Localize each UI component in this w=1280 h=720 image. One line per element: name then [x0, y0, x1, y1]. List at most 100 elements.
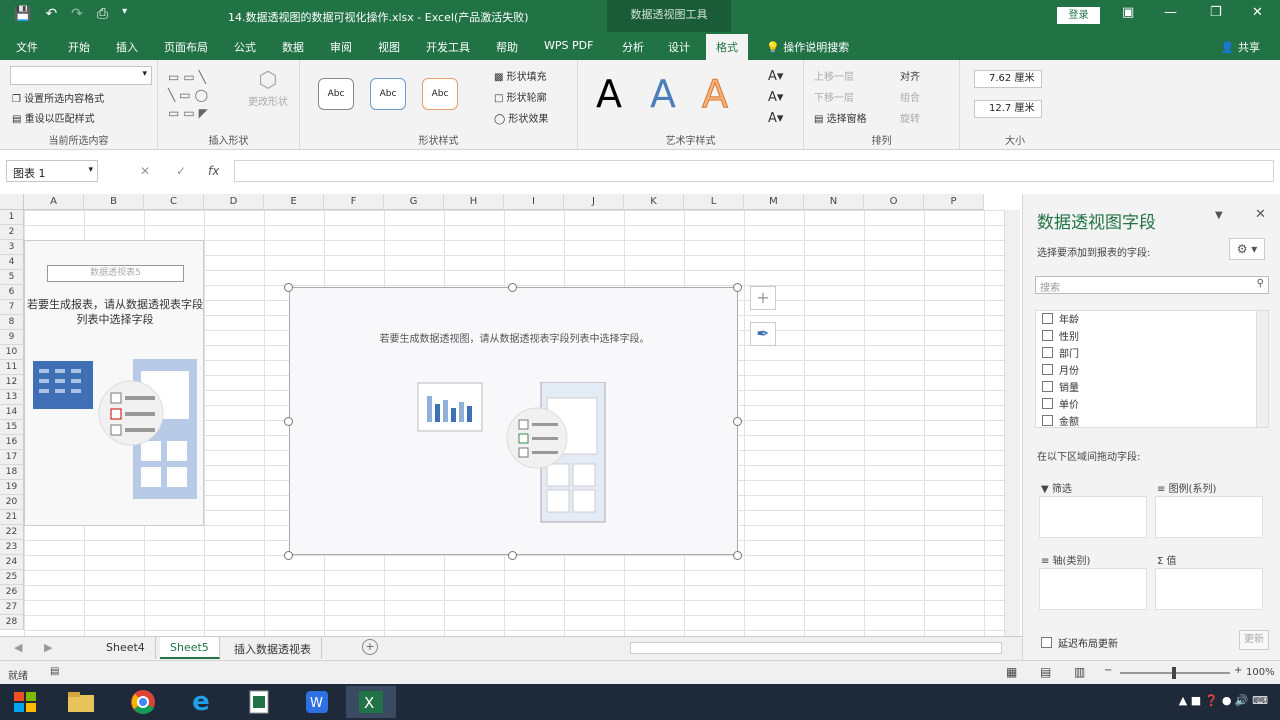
- minimize-icon[interactable]: —: [1164, 5, 1177, 20]
- sheet-nav-prev-icon[interactable]: ◀: [14, 641, 22, 654]
- field-checkbox[interactable]: [1042, 398, 1053, 409]
- format-selection-button[interactable]: ❐ 设置所选内容格式: [12, 90, 104, 105]
- tab-data[interactable]: 数据: [282, 39, 304, 55]
- file-explorer-taskbar[interactable]: [56, 686, 106, 718]
- column-header-i[interactable]: I: [504, 194, 564, 210]
- row-header-28[interactable]: 28: [0, 615, 24, 630]
- send-backward-button[interactable]: 下移一层: [814, 89, 854, 104]
- legend-drop-area[interactable]: [1155, 496, 1263, 538]
- filter-drop-area[interactable]: [1039, 496, 1147, 538]
- excel-taskbar[interactable]: X: [346, 686, 396, 718]
- column-header-n[interactable]: N: [804, 194, 864, 210]
- shape-style-2[interactable]: Abc: [370, 78, 406, 110]
- defer-layout-update-checkbox[interactable]: 延迟布局更新: [1041, 635, 1118, 650]
- row-header-5[interactable]: 5: [0, 270, 24, 285]
- defer-checkbox-box[interactable]: [1041, 637, 1052, 648]
- tell-me-search[interactable]: 💡 操作说明搜索: [766, 39, 849, 55]
- row-header-12[interactable]: 12: [0, 375, 24, 390]
- print-preview-icon[interactable]: ⎙: [97, 6, 108, 22]
- column-header-c[interactable]: C: [144, 194, 204, 210]
- row-header-10[interactable]: 10: [0, 345, 24, 360]
- axis-drop-area[interactable]: [1039, 568, 1147, 610]
- sheet-tab-sheet5[interactable]: Sheet5: [160, 637, 220, 659]
- shape-outline-button[interactable]: □ 形状轮廓: [494, 89, 547, 104]
- chart-styles-brush-icon[interactable]: ✒: [750, 322, 776, 346]
- tab-wps-pdf[interactable]: WPS PDF: [544, 39, 593, 52]
- tab-view[interactable]: 视图: [378, 39, 400, 55]
- tab-design[interactable]: 设计: [668, 39, 690, 55]
- column-header-m[interactable]: M: [744, 194, 804, 210]
- rotate-button[interactable]: 旋转: [900, 110, 920, 125]
- resize-handle-bl[interactable]: [284, 551, 293, 560]
- name-box-dropdown-icon[interactable]: ▾: [88, 165, 93, 175]
- start-button[interactable]: [0, 686, 50, 718]
- insert-function-icon[interactable]: fx: [208, 164, 219, 178]
- chart-elements-plus-icon[interactable]: +: [750, 286, 776, 310]
- tab-formulas[interactable]: 公式: [234, 39, 256, 55]
- sheet-tab-sheet4[interactable]: Sheet4: [96, 637, 156, 659]
- chart-element-dropdown[interactable]: ▾: [10, 66, 152, 85]
- select-all-corner[interactable]: [0, 194, 24, 210]
- field-item-department[interactable]: 部门: [1042, 345, 1079, 360]
- vertical-scrollbar[interactable]: [1004, 210, 1020, 636]
- tab-analyze[interactable]: 分析: [622, 39, 644, 55]
- column-header-a[interactable]: A: [24, 194, 84, 210]
- shape-style-1[interactable]: Abc: [318, 78, 354, 110]
- column-header-h[interactable]: H: [444, 194, 504, 210]
- zoom-in-icon[interactable]: +: [1234, 665, 1242, 676]
- field-item-month[interactable]: 月份: [1042, 362, 1079, 377]
- field-checkbox[interactable]: [1042, 381, 1053, 392]
- column-header-d[interactable]: D: [204, 194, 264, 210]
- row-header-23[interactable]: 23: [0, 540, 24, 555]
- selection-pane-button[interactable]: ▤ 选择窗格: [814, 110, 867, 125]
- resize-handle-tl[interactable]: [284, 283, 293, 292]
- row-header-20[interactable]: 20: [0, 495, 24, 510]
- field-checkbox[interactable]: [1042, 330, 1053, 341]
- undo-icon[interactable]: ↶: [45, 6, 57, 22]
- text-fill-outline-effect-buttons[interactable]: A▾ A▾ A▾: [768, 66, 783, 129]
- wordart-style-2[interactable]: A: [650, 72, 676, 116]
- row-header-18[interactable]: 18: [0, 465, 24, 480]
- row-header-9[interactable]: 9: [0, 330, 24, 345]
- tab-insert[interactable]: 插入: [116, 39, 138, 55]
- restore-icon[interactable]: ❐: [1210, 5, 1222, 20]
- tab-developer[interactable]: 开发工具: [426, 39, 470, 55]
- field-checkbox[interactable]: [1042, 415, 1053, 426]
- row-header-25[interactable]: 25: [0, 570, 24, 585]
- cancel-icon[interactable]: ✕: [140, 164, 150, 178]
- column-header-f[interactable]: F: [324, 194, 384, 210]
- wordart-style-3[interactable]: A: [702, 72, 729, 117]
- pane-close-icon[interactable]: ✕: [1255, 207, 1266, 222]
- field-checkbox[interactable]: [1042, 364, 1053, 375]
- row-header-14[interactable]: 14: [0, 405, 24, 420]
- save-icon[interactable]: 💾: [14, 6, 31, 22]
- formula-input[interactable]: [234, 160, 1274, 182]
- resize-handle-tc[interactable]: [508, 283, 517, 292]
- bring-forward-button[interactable]: 上移一层: [814, 68, 854, 83]
- row-header-26[interactable]: 26: [0, 585, 24, 600]
- row-header-8[interactable]: 8: [0, 315, 24, 330]
- share-button[interactable]: 👤 共享: [1221, 39, 1260, 55]
- resize-handle-br[interactable]: [733, 551, 742, 560]
- column-header-j[interactable]: J: [564, 194, 624, 210]
- resize-handle-mr[interactable]: [733, 417, 742, 426]
- field-item-sales[interactable]: 销量: [1042, 379, 1079, 394]
- change-shape-button[interactable]: ⬡ 更改形状: [246, 68, 290, 108]
- column-header-o[interactable]: O: [864, 194, 924, 210]
- field-item-price[interactable]: 单价: [1042, 396, 1079, 411]
- update-button[interactable]: 更新: [1239, 630, 1269, 650]
- horizontal-scrollbar[interactable]: [630, 642, 1002, 654]
- field-checkbox[interactable]: [1042, 313, 1053, 324]
- zoom-slider-thumb[interactable]: [1172, 667, 1176, 679]
- row-header-1[interactable]: 1: [0, 210, 24, 225]
- normal-view-icon[interactable]: ▦: [1006, 665, 1017, 679]
- tab-format[interactable]: 格式: [706, 34, 748, 60]
- column-header-k[interactable]: K: [624, 194, 684, 210]
- column-header-e[interactable]: E: [264, 194, 324, 210]
- pane-tools-gear-icon[interactable]: ⚙ ▾: [1229, 238, 1265, 260]
- width-spinner[interactable]: 12.7 厘米: [974, 100, 1042, 118]
- row-header-15[interactable]: 15: [0, 420, 24, 435]
- column-header-l[interactable]: L: [684, 194, 744, 210]
- field-checkbox[interactable]: [1042, 347, 1053, 358]
- zoom-out-icon[interactable]: −: [1104, 665, 1112, 676]
